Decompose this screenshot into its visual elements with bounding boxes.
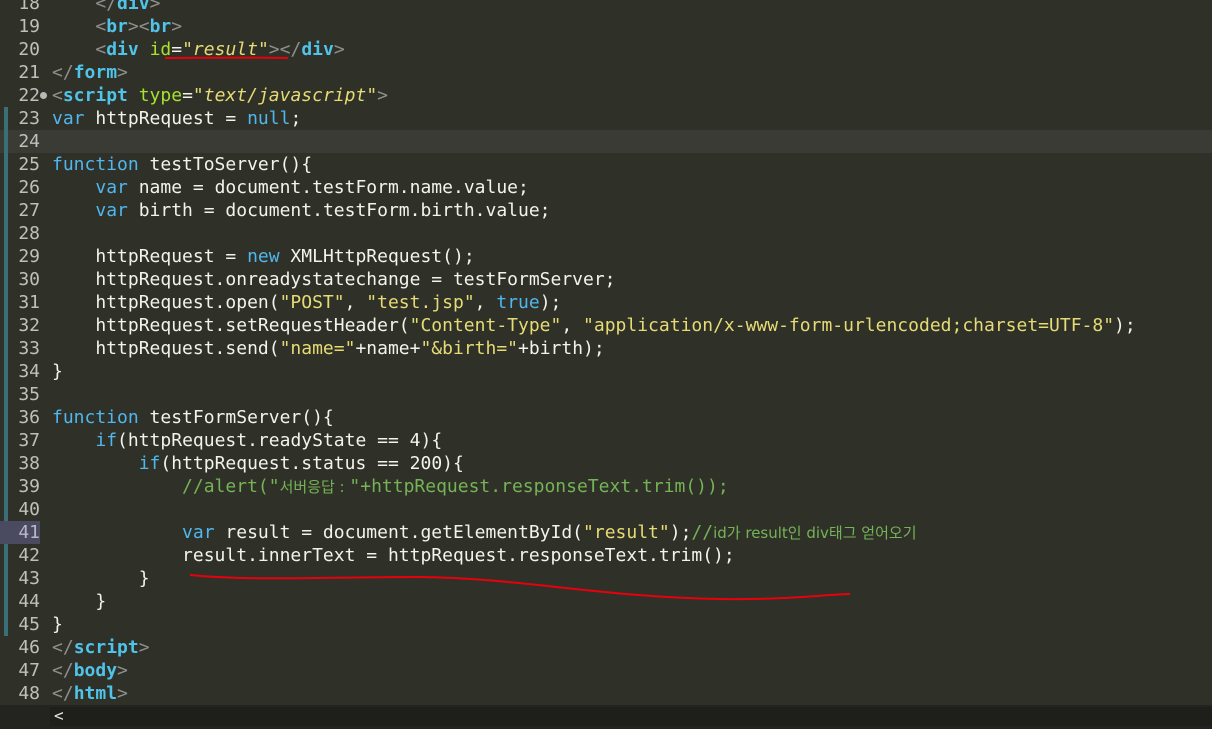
code-line[interactable]: 20 <div id="result"></div> (0, 38, 1212, 61)
code-line[interactable]: 26 var name = document.testForm.name.val… (0, 176, 1212, 199)
line-number: 19 (18, 16, 40, 37)
code-line[interactable]: 21 </form> (0, 61, 1212, 84)
code-text: var birth = document.testForm.birth.valu… (95, 200, 551, 221)
code-line[interactable]: 25 function testToServer(){ (0, 153, 1212, 176)
code-line[interactable]: 32 httpRequest.setRequestHeader("Content… (0, 314, 1212, 337)
line-number: 22 (18, 85, 40, 106)
line-number: 47 (18, 660, 40, 681)
code-line[interactable]: 28 (0, 222, 1212, 245)
line-number: 32 (18, 315, 40, 336)
line-number: 21 (18, 62, 40, 83)
line-number: 43 (18, 568, 40, 589)
line-number: 29 (18, 246, 40, 267)
code-text: <script type="text/javascript"> (52, 85, 388, 106)
code-line[interactable]: 46 </script> (0, 636, 1212, 659)
line-number: 37 (18, 430, 40, 451)
line-number: 46 (18, 637, 40, 658)
code-text: } (52, 614, 63, 635)
line-number: 30 (18, 269, 40, 290)
code-text: </form> (52, 62, 128, 83)
code-text: var name = document.testForm.name.value; (95, 177, 529, 198)
code-line[interactable]: 23 var httpRequest = null; (0, 107, 1212, 130)
code-line[interactable]: 47 </body> (0, 659, 1212, 682)
code-text: </div> (95, 0, 161, 14)
line-number: 34 (18, 361, 40, 382)
code-line[interactable]: 19 <br><br> (0, 15, 1212, 38)
code-text: </html> (52, 683, 128, 704)
code-line[interactable]: 36 function testFormServer(){ (0, 406, 1212, 429)
scroll-left-arrow-icon[interactable]: < (54, 705, 64, 727)
code-line[interactable]: 44 } (0, 590, 1212, 613)
line-number: 28 (18, 223, 40, 244)
code-line[interactable]: 48 </html> (0, 682, 1212, 705)
line-number: 36 (18, 407, 40, 428)
code-text: httpRequest.open("POST", "test.jsp", tru… (52, 292, 562, 313)
code-text: <div id="result"></div> (95, 39, 345, 60)
line-number: 41 (0, 521, 40, 544)
code-text: function testToServer(){ (52, 154, 313, 175)
code-line[interactable]: 30 httpRequest.onreadystatechange = test… (0, 268, 1212, 291)
code-text: } (52, 591, 107, 612)
code-text: var result = document.getElementById("re… (182, 522, 917, 543)
code-line[interactable]: 37 if(httpRequest.readyState == 4){ (0, 429, 1212, 452)
code-text: } (52, 568, 150, 589)
code-text: httpRequest = new XMLHttpRequest(); (52, 246, 475, 267)
code-text: } (52, 361, 63, 382)
code-line[interactable]: 34} (0, 360, 1212, 383)
line-number: 48 (18, 683, 40, 704)
code-line[interactable]: 43 } (0, 567, 1212, 590)
code-text: if(httpRequest.status == 200){ (138, 453, 464, 474)
fold-marker-icon[interactable] (40, 92, 47, 99)
code-text: httpRequest.send("name="+name+"&birth="+… (52, 338, 605, 359)
code-text: result.innerText = httpRequest.responseT… (52, 545, 735, 566)
line-number: 26 (18, 177, 40, 198)
line-number: 24 (18, 131, 40, 152)
code-line[interactable]: 18 </div> (0, 0, 1212, 15)
line-number: 18 (18, 0, 40, 14)
code-line[interactable]: 35 (0, 383, 1212, 406)
code-text: </body> (52, 660, 128, 681)
line-number: 27 (18, 200, 40, 221)
code-text: httpRequest.onreadystatechange = testFor… (52, 269, 616, 290)
code-text: </script> (52, 637, 150, 658)
code-text: //alert("서버응답 : "+httpRequest.responseTe… (182, 476, 729, 497)
code-text: function testFormServer(){ (52, 407, 334, 428)
code-line[interactable]: 33 httpRequest.send("name="+name+"&birth… (0, 337, 1212, 360)
line-number: 39 (18, 476, 40, 497)
code-line[interactable]: 39 //alert("서버응답 : "+httpRequest.respons… (0, 475, 1212, 498)
horizontal-scrollbar[interactable]: < (0, 705, 1212, 729)
code-line[interactable]: 27 var birth = document.testForm.birth.v… (0, 199, 1212, 222)
line-number: 23 (18, 108, 40, 129)
line-number: 33 (18, 338, 40, 359)
code-line[interactable]: 40 (0, 498, 1212, 521)
line-number: 38 (18, 453, 40, 474)
line-number: 44 (18, 591, 40, 612)
line-number: 20 (18, 39, 40, 60)
code-line[interactable]: 41 var result = document.getElementById(… (0, 521, 1212, 544)
code-text: httpRequest.setRequestHeader("Content-Ty… (52, 315, 1136, 336)
line-number: 42 (18, 545, 40, 566)
code-text: var httpRequest = null; (52, 108, 302, 129)
line-number: 40 (18, 499, 40, 520)
line-number: 31 (18, 292, 40, 313)
code-line[interactable]: 22 <script type="text/javascript"> (0, 84, 1212, 107)
code-line[interactable]: 29 httpRequest = new XMLHttpRequest(); (0, 245, 1212, 268)
code-line[interactable]: 45} (0, 613, 1212, 636)
line-number: 35 (18, 384, 40, 405)
code-text: <br><br> (95, 16, 183, 37)
code-editor[interactable]: 18 </div> 19 <br><br> 20 <div id="result">… (0, 0, 1212, 705)
scrollbar-track[interactable] (50, 707, 1212, 726)
code-line[interactable]: 31 httpRequest.open("POST", "test.jsp", … (0, 291, 1212, 314)
code-line[interactable]: 42 result.innerText = httpRequest.respon… (0, 544, 1212, 567)
code-text: if(httpRequest.readyState == 4){ (95, 430, 443, 451)
code-line[interactable]: 24 (0, 130, 1212, 153)
line-number: 45 (18, 614, 40, 635)
line-number: 25 (18, 154, 40, 175)
code-line[interactable]: 38 if(httpRequest.status == 200){ (0, 452, 1212, 475)
